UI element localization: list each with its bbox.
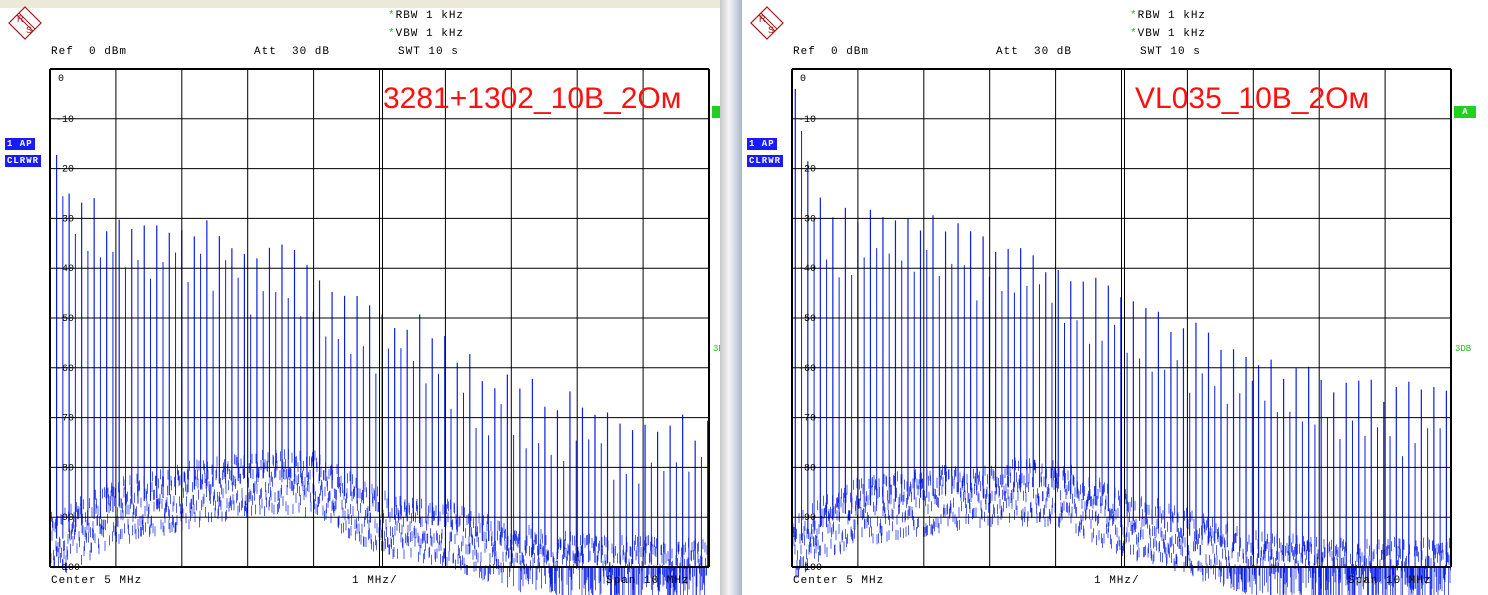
svg-text:S: S <box>768 25 774 35</box>
trace-badge-ap: 1 AP <box>747 138 777 150</box>
svg-text:R: R <box>17 14 24 24</box>
svg-text:S: S <box>26 25 32 35</box>
trace-title: VL035_10В_2Ом <box>1135 82 1370 115</box>
rbw-setting: *RBW 1 kHz <box>1130 10 1206 22</box>
y-tick-label: -20 <box>56 165 74 176</box>
trace-badge-clrwr: CLRWR <box>747 155 784 167</box>
star-marker: * <box>1130 28 1138 40</box>
y-tick-label: -10 <box>798 115 816 126</box>
sweep-time-label: SWT 10 s <box>398 46 459 58</box>
window-separator[interactable] <box>720 0 742 595</box>
rs-logo-icon: R S <box>750 6 784 40</box>
trace-title: 3281+1302_10В_2Ом <box>383 82 682 115</box>
star-marker: * <box>1130 10 1138 22</box>
y-tick-label: -20 <box>798 165 816 176</box>
y-tick-label: -50 <box>56 314 74 325</box>
y-tick-label: -90 <box>798 513 816 524</box>
y-tick-label: -60 <box>56 364 74 375</box>
y-tick-label: -100 <box>798 563 822 574</box>
y-tick-label: 0 <box>58 74 64 85</box>
ref-level-label: Ref 0 dBm <box>793 46 870 58</box>
y-tick-label: -50 <box>798 314 816 325</box>
y-tick-label: -30 <box>798 214 816 225</box>
y-tick-label: -80 <box>798 463 816 474</box>
3db-label: 3DB <box>1455 344 1472 354</box>
division-label: 1 MHz/ <box>352 575 398 587</box>
star-marker: * <box>388 10 396 22</box>
y-tick-label: -70 <box>798 414 816 425</box>
attenuation-label: Att 30 dB <box>254 46 331 58</box>
svg-text:R: R <box>759 14 766 24</box>
attenuation-label: Att 30 dB <box>996 46 1073 58</box>
span-label: Span 10 MHz <box>1348 575 1432 587</box>
y-tick-label: -80 <box>56 463 74 474</box>
ref-level-label: Ref 0 dBm <box>51 46 128 58</box>
y-tick-label: 0 <box>800 74 806 85</box>
vbw-label: VBW 1 kHz <box>395 28 465 40</box>
y-tick-label: -30 <box>56 214 74 225</box>
left-analyzer-window: 0 -10 -20 -30 -40 -50 -60 -70 -80 -90 -100 R S *RB… <box>0 0 734 595</box>
y-tick-label: -40 <box>56 264 74 275</box>
center-frequency-label: Center 5 MHz <box>793 575 885 587</box>
y-tick-label: -100 <box>56 563 80 574</box>
trace-badge-ap: 1 AP <box>5 138 35 150</box>
y-tick-label: -40 <box>798 264 816 275</box>
right-analyzer-window: 0 -10 -20 -30 -40 -50 -60 -70 -80 -90 -100 R S *RB… <box>742 0 1488 595</box>
y-tick-label: -10 <box>56 115 74 126</box>
rbw-setting: *RBW 1 kHz <box>388 10 464 22</box>
span-label: Span 10 MHz <box>606 575 690 587</box>
vbw-label: VBW 1 kHz <box>1137 28 1207 40</box>
y-tick-label: -70 <box>56 414 74 425</box>
star-marker: * <box>388 28 396 40</box>
y-tick-label: -60 <box>798 364 816 375</box>
vbw-setting: *VBW 1 kHz <box>388 28 464 40</box>
trace-badge-clrwr: CLRWR <box>5 155 42 167</box>
rbw-label: RBW 1 kHz <box>1137 10 1207 22</box>
division-label: 1 MHz/ <box>1094 575 1140 587</box>
sweep-time-label: SWT 10 s <box>1140 46 1201 58</box>
center-frequency-label: Center 5 MHz <box>51 575 143 587</box>
rs-logo-icon: R S <box>8 6 42 40</box>
vbw-setting: *VBW 1 kHz <box>1130 28 1206 40</box>
rbw-label: RBW 1 kHz <box>395 10 465 22</box>
y-tick-label: -90 <box>56 513 74 524</box>
a-badge: A <box>1454 106 1476 118</box>
